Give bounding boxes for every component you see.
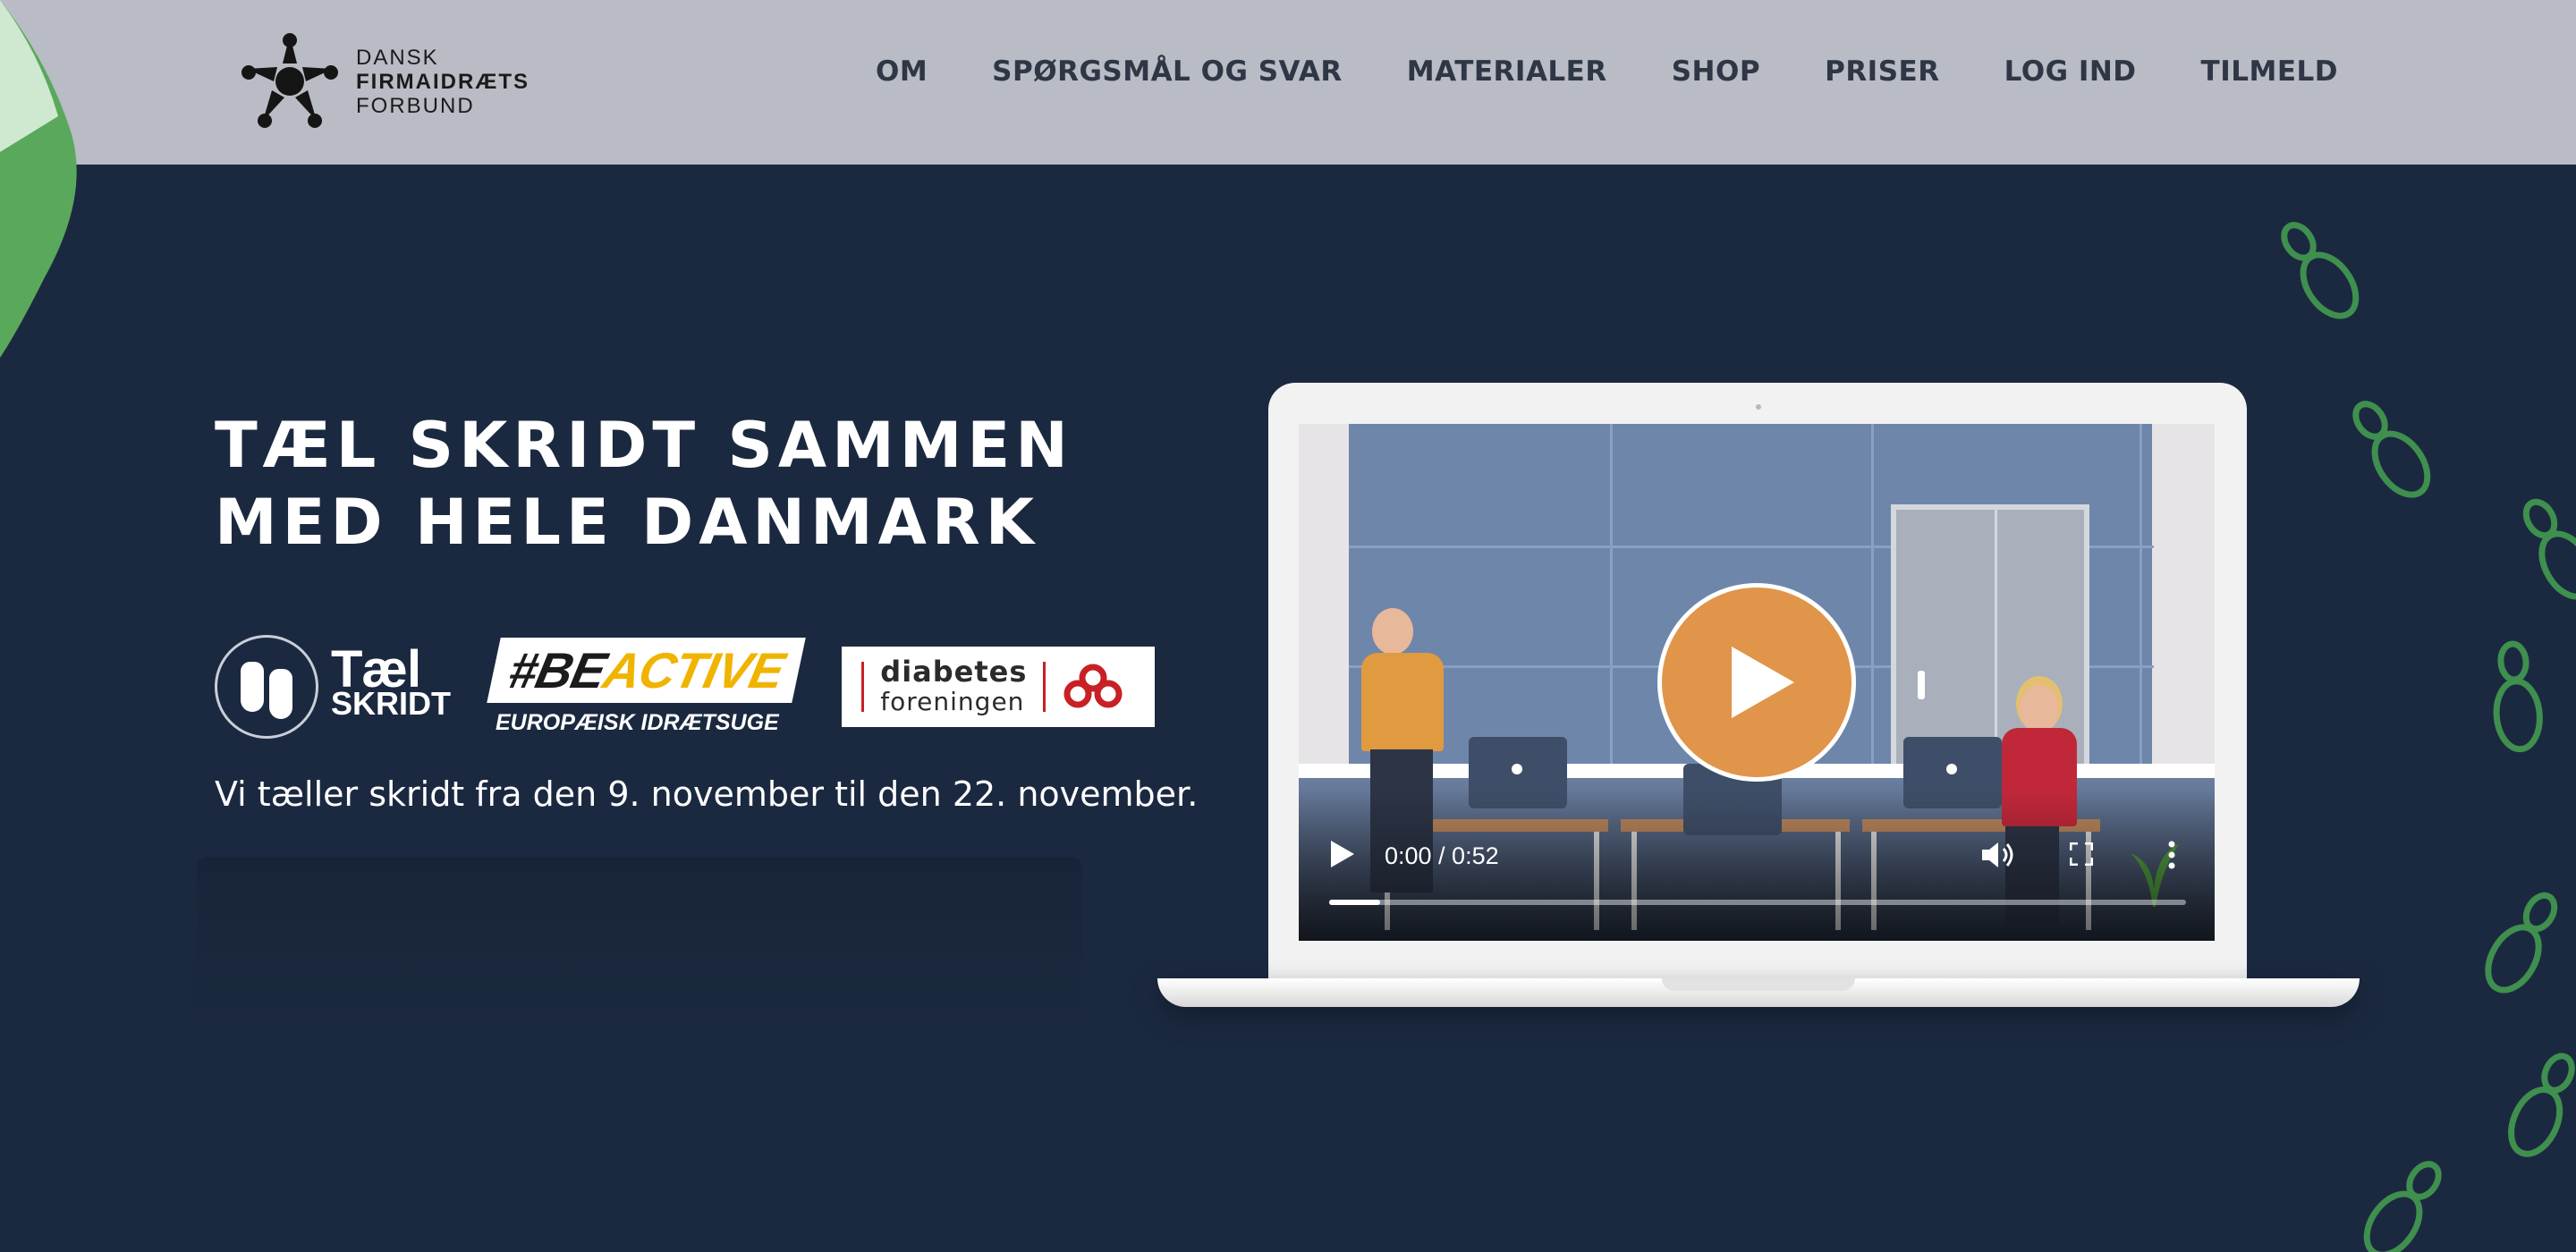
nav-log-ind[interactable]: LOG IND — [2004, 55, 2137, 88]
hero-title: TÆL SKRIDT SAMMEN MED HELE DANMARK — [215, 407, 1073, 561]
green-corner-decoration — [0, 0, 77, 358]
beactive-logo: #BEACTIVE EUROPÆISK IDRÆTSUGE — [487, 638, 807, 736]
fullscreen-icon[interactable] — [2070, 842, 2093, 866]
beactive-subtitle: EUROPÆISK IDRÆTSUGE — [496, 710, 779, 735]
site-header: DANSK FIRMAIDRÆTS FORBUND OM SPØRGSMÅL O… — [0, 0, 2576, 165]
logo-line3: FORBUND — [356, 93, 475, 118]
volume-icon[interactable] — [1982, 841, 2018, 869]
nav-materialer[interactable]: MATERIALER — [1407, 55, 1607, 88]
beactive-word: ACTIVE — [598, 642, 789, 698]
diabetesforeningen-logo: diabetes foreningen — [842, 647, 1156, 727]
footprint-icon — [2281, 222, 2576, 1252]
foreningen-word: foreningen — [880, 687, 1025, 716]
partner-logos: Tæl SKRIDT #BEACTIVE EUROPÆISK IDRÆTSUGE… — [215, 633, 1156, 740]
play-icon — [1732, 647, 1794, 718]
nav-om[interactable]: OM — [876, 55, 928, 88]
more-options-icon[interactable] — [2168, 841, 2175, 869]
hero-title-line1: TÆL SKRIDT SAMMEN — [215, 409, 1073, 482]
big-play-button[interactable] — [1657, 583, 1856, 782]
logo-text: DANSK FIRMAIDRÆTS FORBUND — [356, 46, 530, 118]
footprints-icon — [215, 635, 318, 739]
nav-priser[interactable]: PRISER — [1825, 55, 1940, 88]
tael-word: Tæl — [331, 640, 421, 698]
hero-title-line2: MED HELE DANMARK — [215, 486, 1039, 559]
play-icon[interactable] — [1331, 841, 1354, 867]
tael-skridt-logo: Tæl SKRIDT — [215, 635, 451, 739]
video-progress-bar[interactable] — [1329, 900, 2186, 905]
video-progress-fill — [1329, 900, 1381, 905]
diabetes-word: diabetes — [880, 655, 1028, 689]
date-subline: Vi tæller skridt fra den 9. november til… — [215, 774, 1199, 814]
nav-shop[interactable]: SHOP — [1672, 55, 1760, 88]
video-time: 0:00 / 0:52 — [1385, 842, 1499, 869]
diabetes-cloud-icon — [1063, 664, 1123, 708]
logo-line2: FIRMAIDRÆTS — [356, 69, 530, 94]
nav-tilmeld[interactable]: TILMELD — [2201, 55, 2338, 88]
nav-faq[interactable]: SPØRGSMÅL OG SVAR — [992, 55, 1343, 88]
logo-line1: DANSK — [356, 45, 439, 70]
skridt-word: SKRIDT — [331, 685, 451, 722]
beactive-hash: #BE — [504, 642, 611, 698]
logo-star-icon — [242, 33, 338, 128]
main-nav: OM SPØRGSMÅL OG SVAR MATERIALER SHOP PRI… — [876, 55, 2338, 88]
video-controls: 0:00 / 0:52 — [1299, 830, 2215, 941]
logo[interactable]: DANSK FIRMAIDRÆTS FORBUND — [240, 29, 530, 134]
shadow-strip — [197, 857, 1082, 1027]
